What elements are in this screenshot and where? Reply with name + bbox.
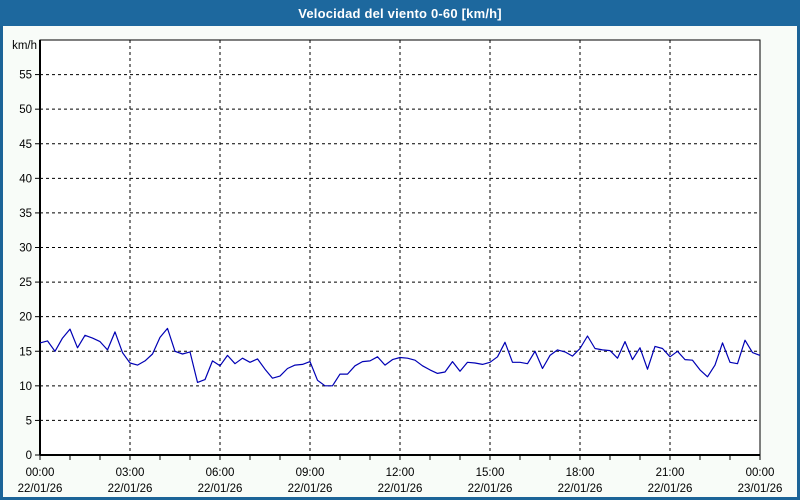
- y-tick-label: 55: [19, 70, 32, 82]
- y-tick-label: 40: [19, 173, 32, 185]
- y-tick-label: 5: [26, 415, 32, 427]
- x-tick-time-label: 00:00: [26, 467, 55, 479]
- x-tick-date-label: 22/01/26: [648, 483, 693, 495]
- title-bar: Velocidad del viento 0-60 [km/h]: [0, 0, 800, 26]
- chart-area: 0 5 10 15 20 25 30 35 40 45 50 55 km/h 00:00 22/01/26 0…: [3, 26, 797, 497]
- x-tick-date-label: 22/01/26: [288, 483, 333, 495]
- x-tick-date-label: 23/01/26: [738, 483, 783, 495]
- y-tick-label: 10: [19, 381, 32, 393]
- y-tick-label: 0: [26, 450, 32, 462]
- x-tick-date-label: 22/01/26: [558, 483, 603, 495]
- x-tick-date-label: 22/01/26: [198, 483, 243, 495]
- x-tick-date-label: 22/01/26: [378, 483, 423, 495]
- y-tick-label: 15: [19, 346, 32, 358]
- x-tick-date-label: 22/01/26: [468, 483, 513, 495]
- y-axis-unit-label: km/h: [12, 40, 37, 52]
- wind-speed-chart: 0 5 10 15 20 25 30 35 40 45 50 55 km/h 00:00 22/01/26 0…: [12, 39, 783, 495]
- chart-window: Velocidad del viento 0-60 [km/h] 0 5 10 15 2…: [0, 0, 800, 500]
- x-tick-time-label: 03:00: [116, 467, 145, 479]
- x-tick-date-label: 22/01/26: [108, 483, 153, 495]
- y-tick-label: 30: [19, 243, 32, 255]
- x-tick-time-label: 15:00: [476, 467, 505, 479]
- y-tick-label: 25: [19, 277, 32, 289]
- y-tick-label: 50: [19, 104, 32, 116]
- x-tick-time-label: 12:00: [386, 467, 415, 479]
- x-tick-time-label: 06:00: [206, 467, 235, 479]
- x-tick-time-label: 00:00: [746, 467, 775, 479]
- x-tick-time-label: 18:00: [566, 467, 595, 479]
- x-tick-date-label: 22/01/26: [18, 483, 63, 495]
- y-tick-label: 20: [19, 312, 32, 324]
- x-tick-time-label: 21:00: [656, 467, 685, 479]
- chart-title: Velocidad del viento 0-60 [km/h]: [298, 5, 502, 21]
- y-tick-label: 45: [19, 139, 32, 151]
- y-tick-label: 35: [19, 208, 32, 220]
- x-tick-time-label: 09:00: [296, 467, 325, 479]
